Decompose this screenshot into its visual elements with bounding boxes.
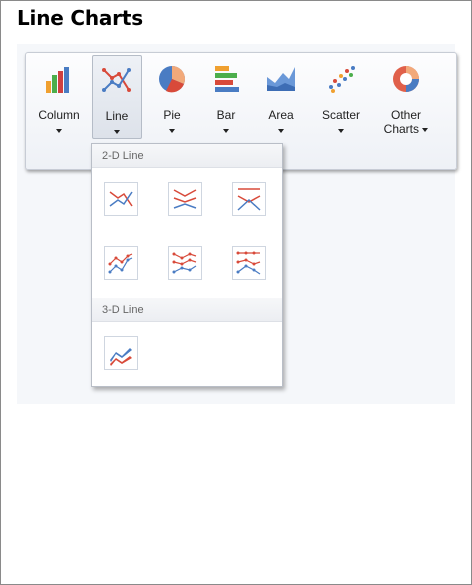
pie-button[interactable]: Pie: [150, 57, 194, 137]
stacked-line-markers-icon: [172, 252, 197, 274]
bar-chart-icon: [215, 66, 239, 92]
100-stacked-line-icon: [237, 188, 261, 211]
line-chart-icon: [102, 68, 131, 92]
column-label: Column: [38, 108, 80, 122]
area-label: Area: [268, 108, 294, 122]
section-header-3d: 3-D Line: [92, 298, 282, 322]
section-header-2d: 2-D Line: [92, 144, 282, 168]
chevron-down-icon: [56, 128, 62, 133]
pie-label: Pie: [163, 108, 181, 122]
gallery-item-100-stacked-line[interactable]: [232, 182, 266, 216]
stacked-line-icon: [173, 189, 197, 209]
scatter-chart-icon: [329, 66, 355, 93]
line-button[interactable]: Line: [92, 55, 142, 139]
charts-label: Charts: [383, 122, 419, 136]
chevron-down-icon: [278, 128, 284, 133]
line-label: Line: [105, 109, 129, 123]
other-charts-button[interactable]: Other Charts: [376, 57, 436, 137]
gallery-item-3d-line[interactable]: [104, 336, 138, 370]
column-chart-icon: [46, 67, 69, 93]
scatter-button[interactable]: Scatter: [314, 57, 368, 137]
gallery-item-line[interactable]: [104, 182, 138, 216]
chevron-down-icon: [114, 129, 120, 134]
column-button[interactable]: Column: [34, 57, 84, 137]
gallery-item-stacked-line[interactable]: [168, 182, 202, 216]
line-icon: [109, 191, 133, 207]
other-charts-icon: [393, 66, 419, 92]
chevron-down-icon: [223, 128, 229, 133]
bar-label: Bar: [216, 108, 236, 122]
area-button[interactable]: Area: [256, 57, 306, 137]
chevron-down-icon: [338, 128, 344, 133]
line-chart-gallery: 2-D Line 3-D Line: [91, 143, 283, 387]
pie-chart-icon: [159, 66, 185, 93]
3d-line-icon: [110, 348, 132, 366]
chevron-down-icon: [169, 128, 175, 133]
other-label: Other: [390, 108, 421, 122]
line-markers-icon: [108, 253, 133, 274]
chevron-down-icon: [422, 127, 429, 132]
gallery-item-100-stacked-line-markers[interactable]: [232, 246, 266, 280]
gallery-item-line-markers[interactable]: [104, 246, 138, 280]
scatter-label: Scatter: [321, 108, 360, 122]
gallery-item-stacked-line-markers[interactable]: [168, 246, 202, 280]
100-stacked-line-markers-icon: [236, 251, 261, 275]
bar-button[interactable]: Bar: [204, 57, 248, 137]
page-title: Line Charts: [17, 6, 143, 30]
area-chart-icon: [267, 67, 295, 91]
